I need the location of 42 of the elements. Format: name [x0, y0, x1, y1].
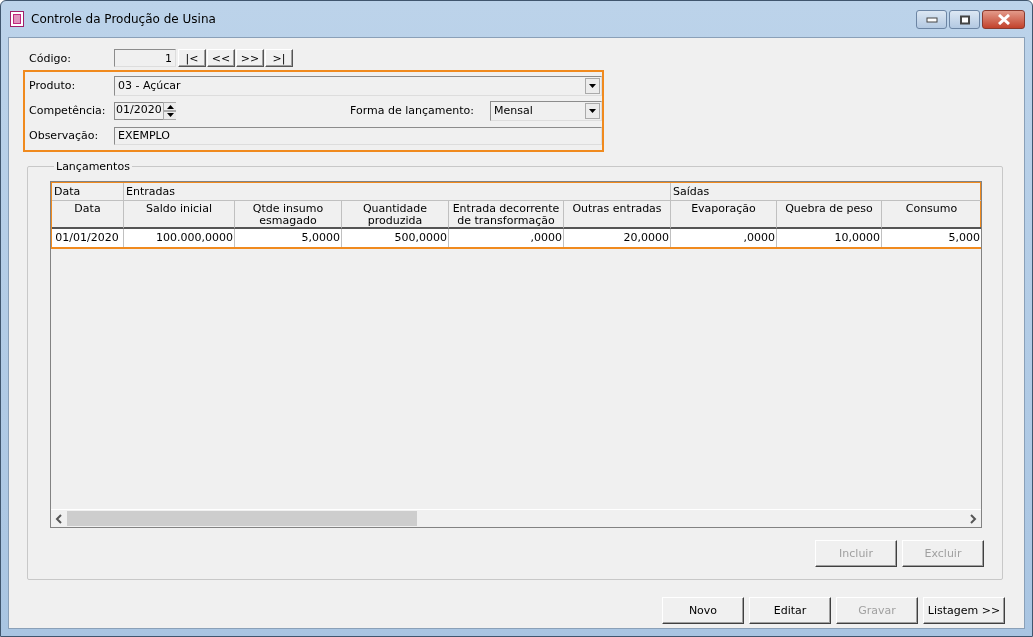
form-action-button[interactable]: Novo — [662, 597, 744, 624]
maximize-icon — [958, 14, 971, 25]
scroll-right-icon — [969, 513, 977, 524]
form-action-button[interactable]: Editar — [749, 597, 831, 624]
field-label: Observação: — [29, 129, 100, 142]
navigation-button[interactable]: << — [207, 49, 235, 67]
scroll-left-icon — [55, 513, 63, 524]
navigation-button[interactable]: >> — [236, 49, 264, 67]
document-icon — [9, 11, 25, 27]
navigation-button[interactable]: |< — [178, 49, 206, 67]
table-cell: 5,000 — [882, 229, 981, 247]
code-field[interactable]: 1 — [114, 49, 176, 67]
table-cell: ,0000 — [449, 229, 564, 247]
table-cell: 01/01/2020 — [52, 229, 124, 247]
table-cell: 100.000,0000 — [124, 229, 235, 247]
minimize-icon — [925, 16, 938, 23]
navigation-button[interactable]: >| — [265, 49, 293, 67]
maximize-button[interactable] — [949, 10, 980, 29]
group-title: Lançamentos — [55, 160, 131, 173]
product-dropdown[interactable]: 03 - Açúcar — [114, 75, 602, 96]
column-group-header: Entradas — [124, 183, 671, 201]
minimize-button[interactable] — [916, 10, 947, 29]
column-group-header: Saídas — [671, 183, 981, 201]
table-cell: ,0000 — [671, 229, 777, 247]
close-icon — [996, 14, 1011, 25]
close-button[interactable] — [982, 10, 1025, 29]
note-field[interactable]: EXEMPLO — [114, 126, 602, 145]
field-label: Forma de lançamento: — [350, 104, 474, 117]
column-group-header: Data — [52, 183, 124, 201]
field-label: Código: — [29, 51, 72, 65]
entry-mode-dropdown[interactable]: Mensal — [489, 100, 602, 121]
table-cell: 5,0000 — [235, 229, 342, 247]
spin-arrows-icon — [162, 101, 176, 120]
form-action-button[interactable]: Listagem >> — [923, 597, 1005, 624]
horizontal-scrollbar[interactable] — [51, 509, 981, 527]
scrollbar-thumb[interactable] — [67, 511, 417, 526]
window-title: Controle da Produção de Usina — [31, 12, 217, 26]
table-cell: 20,0000 — [564, 229, 671, 247]
field-label: Competência: — [29, 104, 107, 117]
field-label: Produto: — [29, 79, 77, 92]
table-cell: 10,0000 — [777, 229, 882, 247]
table-cell: 500,0000 — [342, 229, 449, 247]
